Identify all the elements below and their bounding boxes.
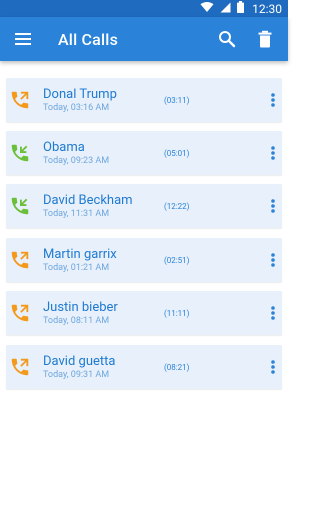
more-options-icon[interactable]	[268, 249, 278, 271]
call-datetime: Today, 09:31 AM	[43, 369, 110, 380]
call-datetime: Today, 11:31 AM	[43, 208, 110, 219]
more-options-icon[interactable]	[268, 142, 278, 164]
outgoing-call-icon	[9, 302, 31, 324]
call-item[interactable]: Martin garrix Today, 01:21 AM (02:51)	[6, 238, 282, 282]
call-datetime: Today, 01:21 AM	[43, 262, 110, 273]
call-duration: (11:11)	[164, 308, 190, 318]
call-duration: (12:22)	[164, 201, 190, 211]
call-item[interactable]: Donal Trump Today, 03:16 AM (03:11)	[6, 78, 282, 122]
call-item[interactable]: Obama Today, 09:23 AM (05:01)	[6, 131, 282, 175]
call-duration: (08:21)	[164, 362, 190, 372]
call-duration: (03:11)	[164, 95, 190, 105]
call-datetime: Today, 08:11 AM	[43, 315, 110, 326]
status-time: 12:30	[252, 1, 282, 16]
outgoing-call-icon	[9, 356, 31, 378]
page-title: All Calls	[58, 29, 119, 49]
outgoing-call-icon	[9, 89, 31, 111]
contact-name: Martin garrix	[43, 246, 117, 262]
contact-name: David guetta	[43, 353, 116, 369]
more-options-icon[interactable]	[268, 195, 278, 217]
search-icon[interactable]	[216, 28, 238, 50]
app-bar: All Calls	[0, 17, 288, 61]
incoming-call-icon	[9, 142, 31, 164]
call-duration: (05:01)	[164, 148, 190, 158]
call-item[interactable]: David Beckham Today, 11:31 AM (12:22)	[6, 184, 282, 228]
status-bar: 12:30	[0, 0, 288, 17]
call-datetime: Today, 09:23 AM	[43, 155, 110, 166]
incoming-call-icon	[9, 195, 31, 217]
call-item[interactable]: David guetta Today, 09:31 AM (08:21)	[6, 345, 282, 389]
contact-name: Justin bieber	[43, 299, 118, 315]
contact-name: Donal Trump	[43, 86, 117, 102]
call-datetime: Today, 03:16 AM	[43, 102, 110, 113]
more-options-icon[interactable]	[268, 356, 278, 378]
more-options-icon[interactable]	[268, 302, 278, 324]
contact-name: Obama	[43, 139, 85, 155]
wifi-icon	[200, 1, 214, 16]
contact-name: David Beckham	[43, 192, 133, 208]
call-item[interactable]: Justin bieber Today, 08:11 AM (11:11)	[6, 291, 282, 335]
menu-icon[interactable]	[12, 28, 34, 50]
more-options-icon[interactable]	[268, 89, 278, 111]
signal-icon	[220, 2, 231, 16]
battery-icon	[237, 1, 245, 16]
outgoing-call-icon	[9, 249, 31, 271]
delete-icon[interactable]	[254, 28, 276, 50]
call-duration: (02:51)	[164, 255, 190, 265]
